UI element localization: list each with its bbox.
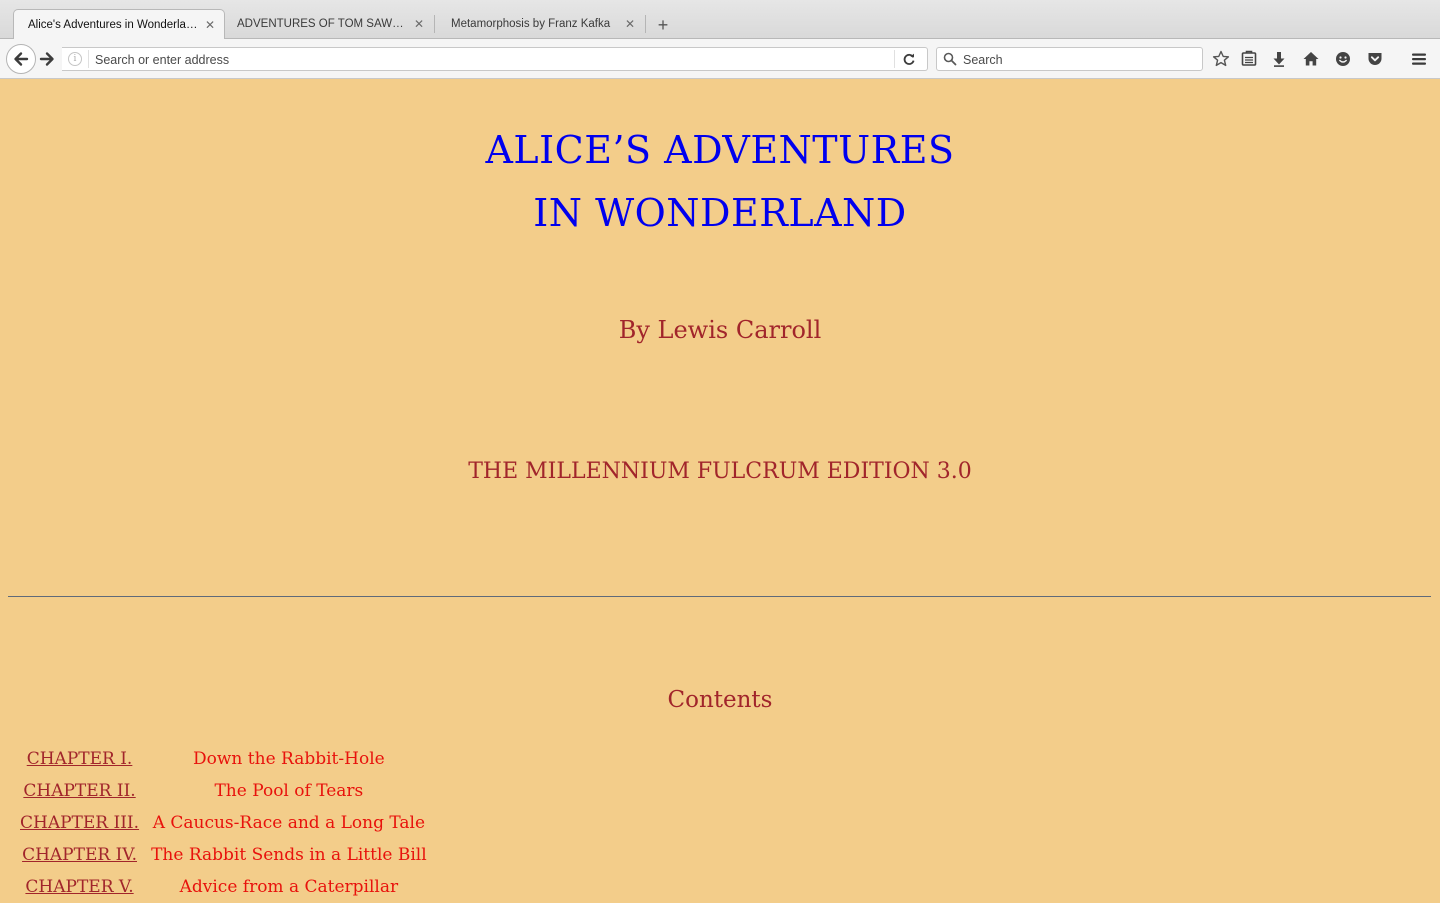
chapter-title: A Caucus-Race and a Long Tale bbox=[152, 813, 426, 833]
tab-tom-sawyer[interactable]: ADVENTURES OF TOM SAWYE… ✕ bbox=[223, 9, 433, 40]
download-icon[interactable] bbox=[1269, 49, 1289, 69]
tab-label: ADVENTURES OF TOM SAWYE… bbox=[237, 18, 407, 30]
star-icon[interactable] bbox=[1211, 49, 1231, 69]
horizontal-rule bbox=[8, 596, 1431, 597]
chapter-link[interactable]: CHAPTER III. bbox=[20, 813, 139, 833]
reload-divider bbox=[894, 50, 895, 68]
address-bar[interactable]: i bbox=[62, 47, 928, 71]
chapter-title: The Rabbit Sends in a Little Bill bbox=[151, 845, 427, 865]
page-content: ALICE’S ADVENTURES IN WONDERLAND By Lewi… bbox=[0, 79, 1440, 900]
url-divider bbox=[88, 50, 89, 68]
tab-separator bbox=[434, 15, 435, 33]
reload-icon[interactable] bbox=[902, 52, 916, 66]
new-tab-button[interactable]: + bbox=[654, 12, 672, 38]
tab-strip: Alice's Adventures in Wonderla… ✕ ADVENT… bbox=[0, 0, 1440, 40]
search-icon bbox=[943, 52, 957, 66]
info-icon[interactable]: i bbox=[68, 52, 82, 66]
toc-row: CHAPTER II. The Pool of Tears bbox=[14, 775, 433, 807]
book-title: ALICE’S ADVENTURES IN WONDERLAND bbox=[0, 119, 1440, 245]
back-button[interactable] bbox=[6, 44, 36, 74]
search-input[interactable] bbox=[961, 49, 1201, 71]
chapter-title: Advice from a Caterpillar bbox=[179, 877, 399, 897]
address-input[interactable] bbox=[93, 49, 887, 71]
menu-icon[interactable] bbox=[1409, 49, 1429, 69]
reading-list-icon[interactable] bbox=[1239, 49, 1259, 69]
hello-icon[interactable] bbox=[1333, 49, 1353, 69]
chapter-link[interactable]: CHAPTER I. bbox=[27, 749, 133, 769]
tab-close-icon[interactable]: ✕ bbox=[205, 10, 215, 40]
home-icon[interactable] bbox=[1301, 49, 1321, 69]
arrow-right-icon bbox=[39, 52, 54, 66]
book-edition: THE MILLENNIUM FULCRUM EDITION 3.0 bbox=[468, 459, 972, 484]
tab-close-icon[interactable]: ✕ bbox=[414, 9, 424, 39]
search-bar[interactable] bbox=[936, 47, 1203, 71]
chapter-link[interactable]: CHAPTER IV. bbox=[22, 845, 137, 865]
chapter-link[interactable]: CHAPTER V. bbox=[25, 877, 133, 897]
tab-metamorphosis[interactable]: Metamorphosis by Franz Kafka ✕ bbox=[437, 9, 644, 40]
forward-button[interactable] bbox=[36, 48, 62, 70]
chapter-title: Down the Rabbit-Hole bbox=[193, 749, 385, 769]
book-title-line-1: ALICE’S ADVENTURES bbox=[485, 128, 955, 172]
chapter-link[interactable]: CHAPTER II. bbox=[23, 781, 135, 801]
arrow-left-icon bbox=[14, 52, 29, 66]
navigation-toolbar: i bbox=[0, 39, 1440, 79]
book-author: By Lewis Carroll bbox=[618, 316, 822, 344]
tab-alice[interactable]: Alice's Adventures in Wonderla… ✕ bbox=[13, 9, 225, 40]
table-of-contents: CHAPTER I. Down the Rabbit-Hole CHAPTER … bbox=[14, 743, 433, 903]
book-title-line-2: IN WONDERLAND bbox=[533, 191, 907, 235]
toc-row: CHAPTER I. Down the Rabbit-Hole bbox=[14, 743, 433, 775]
tab-separator bbox=[645, 15, 646, 33]
chapter-title: The Pool of Tears bbox=[214, 781, 364, 801]
toc-row: CHAPTER III. A Caucus-Race and a Long Ta… bbox=[14, 807, 433, 839]
toc-row: CHAPTER V. Advice from a Caterpillar bbox=[14, 871, 433, 903]
contents-heading: Contents bbox=[667, 687, 773, 713]
toc-row: CHAPTER IV. The Rabbit Sends in a Little… bbox=[14, 839, 433, 871]
tab-label: Alice's Adventures in Wonderla… bbox=[28, 19, 198, 31]
tab-close-icon[interactable]: ✕ bbox=[625, 9, 635, 39]
pocket-icon[interactable] bbox=[1365, 49, 1385, 69]
tab-label: Metamorphosis by Franz Kafka bbox=[451, 18, 611, 30]
